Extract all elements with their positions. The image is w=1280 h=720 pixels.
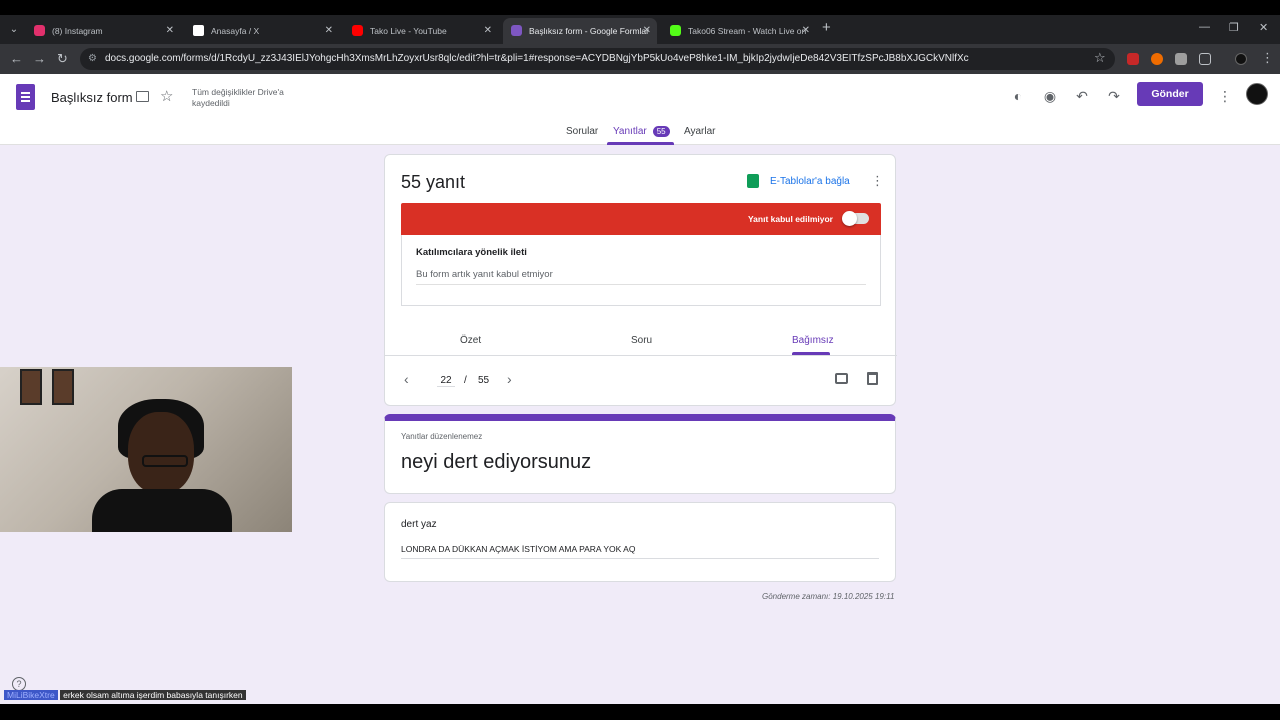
respondent-message-field[interactable]: Bu form artık yanıt kabul etmiyor [416, 269, 866, 285]
responses-count-title: 55 yanıt [401, 172, 466, 192]
extension-icon[interactable] [1151, 53, 1163, 65]
instagram-icon [34, 25, 45, 36]
address-toolbar: ← → ↻ ⚙ docs.google.com/forms/d/1RcdyU_z… [0, 44, 1280, 74]
browser-tab-x[interactable]: Anasayfa / X ✕ [185, 18, 339, 44]
redo-icon[interactable]: ↷ [1102, 84, 1126, 108]
link-to-sheets-button[interactable]: E-Tablolar'a bağla [770, 176, 850, 187]
close-tab-icon[interactable]: ✕ [643, 18, 651, 44]
more-options-icon[interactable]: ⋮ [871, 173, 884, 189]
streamer-glasses [142, 455, 188, 467]
responses-card: 55 yanıt E-Tablolar'a bağla ⋮ Yanıt kabu… [384, 154, 897, 406]
tab-individual[interactable]: Bağımsız [792, 335, 834, 346]
url-bar[interactable]: ⚙ docs.google.com/forms/d/1RcdyU_zz3J43I… [80, 48, 1115, 70]
close-tab-icon[interactable]: ✕ [802, 18, 810, 44]
close-window-icon[interactable]: ✕ [1259, 21, 1268, 34]
save-status: Tüm değişiklikler Drive'a kaydedildi [192, 87, 284, 108]
preview-eye-icon[interactable]: ◉ [1038, 84, 1062, 108]
tab-settings[interactable]: Ayarlar [684, 126, 716, 137]
back-icon[interactable]: ← [10, 51, 23, 66]
folder-icon[interactable] [136, 91, 149, 102]
previous-response-icon[interactable]: ‹ [404, 371, 409, 387]
tab-summary[interactable]: Özet [460, 335, 481, 346]
submission-time: Gönderme zamanı: 19.10.2025 19:11 [762, 592, 895, 601]
accepting-responses-label: Yanıt kabul edilmiyor [747, 214, 833, 224]
current-response-input[interactable]: 22 [437, 375, 455, 387]
star-icon[interactable]: ☆ [160, 87, 173, 105]
browser-tab-strip: ⌄ (8) Instagram ✕ Anasayfa / X ✕ Tako Li… [0, 15, 1280, 44]
help-icon[interactable]: ? [12, 677, 26, 691]
chat-ticker: MiLiBikeXtre erkek olsam altıma işerdim … [4, 690, 246, 703]
avatar[interactable] [1246, 83, 1268, 105]
tab-question[interactable]: Soru [631, 335, 652, 346]
respondent-message-label: Katılımcılara yönelik ileti [416, 247, 527, 258]
chat-username: MiLiBikeXtre [4, 690, 58, 700]
tab-search-icon[interactable]: ⌄ [5, 21, 23, 39]
google-forms-icon [511, 25, 522, 36]
undo-icon[interactable]: ↶ [1070, 84, 1094, 108]
question-card: dert yaz LONDRA DA DÜKKAN AÇMAK İSTİYOM … [384, 502, 896, 582]
more-options-icon[interactable]: ⋮ [1213, 84, 1237, 108]
respondent-message-box: Katılımcılara yönelik ileti Bu form artı… [401, 235, 881, 306]
youtube-icon [352, 25, 363, 36]
wall-poster [52, 369, 74, 405]
webcam-overlay [0, 367, 292, 532]
sheets-icon[interactable] [747, 174, 759, 188]
bookmark-star-icon[interactable]: ☆ [1094, 50, 1106, 66]
active-tab-indicator [607, 142, 674, 145]
forward-icon[interactable]: → [33, 51, 46, 66]
next-response-icon[interactable]: › [507, 371, 512, 387]
x-logo-icon [193, 25, 204, 36]
accepting-responses-toggle[interactable] [842, 211, 869, 226]
bottom-bar [0, 704, 1280, 720]
site-info-icon[interactable]: ⚙ [88, 48, 97, 70]
form-header-card: Yanıtlar düzenlenemez neyi dert ediyorsu… [384, 414, 896, 494]
close-tab-icon[interactable]: ✕ [166, 18, 174, 44]
minimize-icon[interactable]: — [1199, 21, 1210, 33]
browser-menu-icon[interactable]: ⋮ [1261, 50, 1274, 66]
google-forms-logo[interactable] [16, 84, 35, 110]
responses-count-badge: 55 [652, 126, 670, 137]
forms-header: Başlıksız form ☆ Tüm değişiklikler Drive… [0, 74, 1280, 145]
new-tab-icon[interactable]: + [822, 19, 831, 36]
delete-response-icon[interactable] [867, 372, 878, 385]
wall-poster [20, 369, 42, 405]
streamer-face [128, 412, 194, 494]
browser-tab-instagram[interactable]: (8) Instagram ✕ [26, 18, 180, 44]
total-responses: 55 [478, 375, 490, 386]
pager-separator: / [464, 375, 467, 386]
browser-tab-google-forms[interactable]: Başlıksız form - Google Formlar ✕ [503, 18, 657, 44]
form-tabs: Sorular Yanıtlar 55 Ayarlar [0, 126, 1280, 145]
extension-icon[interactable] [1175, 53, 1187, 65]
tab-responses[interactable]: Yanıtlar 55 [613, 126, 670, 137]
restore-icon[interactable]: ❐ [1229, 21, 1239, 34]
question-answer: LONDRA DA DÜKKAN AÇMAK İSTİYOM AMA PARA … [401, 544, 879, 559]
form-doc-title[interactable]: Başlıksız form [51, 90, 133, 105]
extensions-puzzle-icon[interactable] [1199, 53, 1211, 65]
profile-avatar[interactable] [1235, 53, 1247, 65]
reload-icon[interactable]: ↻ [57, 51, 68, 67]
question-title: dert yaz [401, 519, 437, 530]
close-tab-icon[interactable]: ✕ [484, 18, 492, 44]
not-accepting-banner: Yanıt kabul edilmiyor [401, 203, 881, 235]
send-button[interactable]: Gönder [1137, 82, 1203, 106]
tab-questions[interactable]: Sorular [566, 126, 598, 137]
browser-tab-kick[interactable]: Tako06 Stream - Watch Live on ✕ [662, 18, 816, 44]
streamer-body [92, 489, 232, 532]
browser-tab-youtube[interactable]: Tako Live - YouTube ✕ [344, 18, 498, 44]
chat-message: erkek olsam altıma işerdim babasıyla tan… [60, 690, 246, 700]
no-edit-note: Yanıtlar düzenlenemez [401, 432, 483, 441]
extension-icon[interactable] [1127, 53, 1139, 65]
palette-icon[interactable]: ◐ [1006, 84, 1030, 108]
divider [385, 355, 897, 356]
print-icon[interactable] [835, 373, 848, 384]
form-title: neyi dert ediyorsunuz [401, 451, 592, 473]
kick-icon [670, 25, 681, 36]
close-tab-icon[interactable]: ✕ [325, 18, 333, 44]
